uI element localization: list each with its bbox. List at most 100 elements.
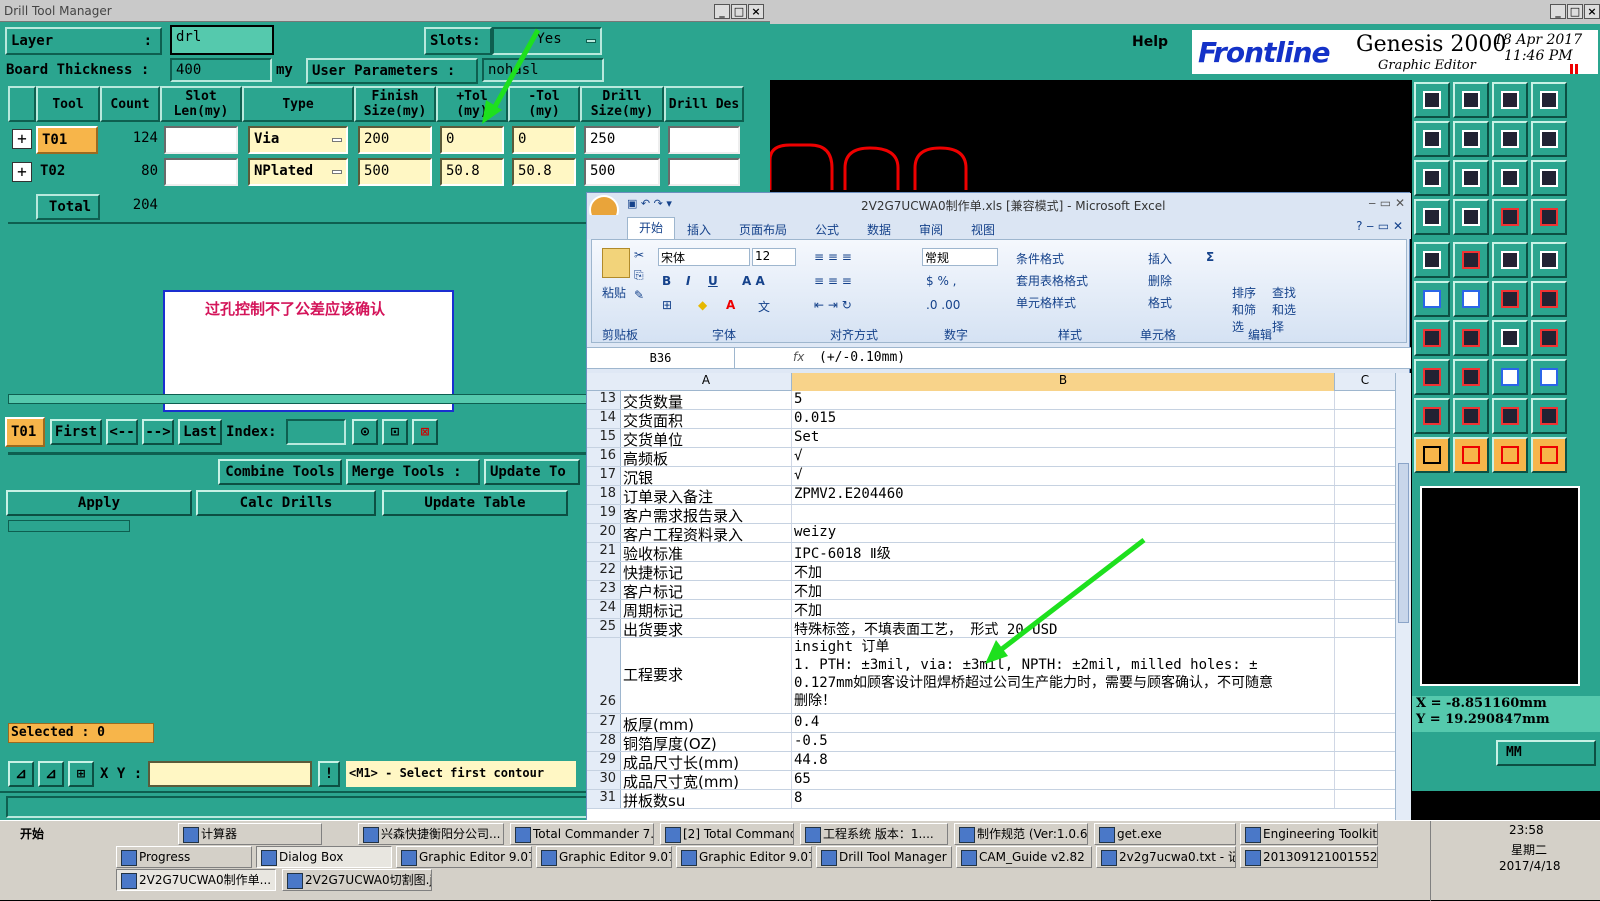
cell-a[interactable]: 客户标记 — [621, 581, 792, 599]
prev-button[interactable]: <-- — [106, 419, 138, 445]
cell-b[interactable]: 0.4 — [792, 714, 1335, 732]
table-row[interactable]: 20 客户工程资料录入 weizy — [587, 524, 1395, 543]
tool-cell[interactable]: T01 — [36, 126, 98, 154]
delete-cells-button[interactable]: 删除 — [1148, 272, 1172, 289]
tool-icon[interactable] — [1531, 199, 1567, 235]
bold-button[interactable]: B — [662, 274, 671, 288]
col-type[interactable]: Type — [242, 86, 354, 122]
table-row[interactable]: 15 交货单位 Set — [587, 429, 1395, 448]
cell-b[interactable]: 0.015 — [792, 410, 1335, 428]
cell-style-button[interactable]: 单元格样式 — [1016, 294, 1076, 311]
cut-icon[interactable]: ✂ — [634, 248, 644, 262]
tab-formulas[interactable]: 公式 — [815, 221, 839, 238]
autosum-icon[interactable]: Σ — [1206, 250, 1214, 264]
pointer-icon[interactable] — [1492, 437, 1528, 473]
tool-cell[interactable]: T02 — [40, 163, 65, 179]
tool-icon[interactable] — [1531, 398, 1567, 434]
unit-select[interactable]: MM — [1496, 740, 1596, 766]
cell-a[interactable]: 成品尺寸长(mm) — [621, 752, 792, 770]
tool-icon[interactable] — [1414, 199, 1450, 235]
type-select[interactable]: Via — [248, 126, 348, 154]
paste-icon[interactable] — [602, 248, 630, 278]
cell-b[interactable]: √ — [792, 467, 1335, 485]
finish-size-field[interactable]: 500 — [358, 158, 432, 186]
tool-icon[interactable] — [1453, 199, 1489, 235]
italic-button[interactable]: I — [686, 274, 690, 288]
slots-select[interactable]: Yes — [492, 27, 602, 55]
tool-icon[interactable] — [1531, 359, 1567, 395]
table-row[interactable]: 16 高频板 √ — [587, 448, 1395, 467]
cell-c[interactable] — [1335, 448, 1395, 466]
pointer-icon[interactable] — [1531, 437, 1567, 473]
decimal-icons[interactable]: .0 .00 — [926, 298, 960, 312]
cell-c[interactable] — [1335, 752, 1395, 770]
cell-c[interactable] — [1335, 790, 1395, 808]
drill-size-field[interactable]: 250 — [584, 126, 660, 154]
formula-content[interactable]: (+/-0.10mm) — [819, 350, 905, 365]
select-tool-button[interactable]: ⊡ — [382, 419, 408, 445]
taskbar-item[interactable]: Graphic Editor 9.07b... — [536, 846, 672, 868]
tab-page-layout[interactable]: 页面布局 — [739, 221, 787, 238]
taskbar-item[interactable]: [2] Total Commander ... — [660, 823, 794, 845]
cell-a[interactable]: 客户需求报告录入 — [621, 505, 792, 523]
col-slot-len[interactable]: Slot Len(my) — [160, 86, 242, 122]
cell-c[interactable] — [1335, 600, 1395, 618]
delete-tool-button[interactable]: ⊠ — [412, 419, 438, 445]
taskbar-item[interactable]: Graphic Editor 9.07b... — [396, 846, 532, 868]
update-to-button[interactable]: Update To — [484, 459, 580, 485]
cell-b[interactable]: 65 — [792, 771, 1335, 789]
help-icon[interactable]: ? ‒ ▭ ✕ — [1356, 219, 1403, 233]
cell-b[interactable]: 不加 — [792, 600, 1335, 618]
tool-icon[interactable] — [1492, 199, 1528, 235]
help-menu[interactable]: Help — [1132, 34, 1168, 50]
table-row[interactable]: 23 客户标记 不加 — [587, 581, 1395, 600]
first-button[interactable]: First — [50, 419, 102, 445]
update-table-button[interactable]: Update Table — [382, 490, 568, 516]
tool-icon[interactable] — [1453, 398, 1489, 434]
cell-b[interactable]: 不加 — [792, 562, 1335, 580]
tool-icon[interactable] — [1531, 320, 1567, 356]
indent-icon[interactable]: ⇤ ⇥ ↻ — [814, 298, 852, 312]
copy-icon[interactable]: ⎘ — [634, 268, 644, 283]
col-drill-des[interactable]: Drill Des — [664, 86, 744, 122]
drill-des-field[interactable] — [668, 126, 740, 154]
align-left-icon[interactable]: ≡ ≡ ≡ — [814, 274, 852, 288]
next-button[interactable]: --> — [142, 419, 174, 445]
font-color-icon[interactable]: A — [726, 298, 735, 312]
taskbar-item[interactable]: 兴森快捷衡阳分公司... — [358, 823, 504, 845]
expand-icon[interactable]: + — [12, 162, 32, 182]
last-button[interactable]: Last — [178, 419, 222, 445]
table-row[interactable]: 26 工程要求 insight 订单 1. PTH: ±3mil, via: ±3… — [587, 638, 1395, 714]
minimize-button[interactable]: _ — [714, 4, 730, 19]
cell-c[interactable] — [1335, 619, 1395, 637]
column-header-b[interactable]: B — [792, 373, 1335, 391]
cell-b[interactable]: -0.5 — [792, 733, 1335, 751]
table-row[interactable]: 27 板厚(mm) 0.4 — [587, 714, 1395, 733]
finish-size-field[interactable]: 200 — [358, 126, 432, 154]
tool-icon[interactable] — [1453, 320, 1489, 356]
tool-icon[interactable] — [1453, 281, 1489, 317]
tool-icon[interactable] — [1414, 359, 1450, 395]
tool-icon[interactable] — [1531, 121, 1567, 157]
tool-icon[interactable] — [1531, 82, 1567, 118]
cell-c[interactable] — [1335, 391, 1395, 409]
insert-cells-button[interactable]: 插入 — [1148, 250, 1172, 267]
cell-c[interactable] — [1335, 581, 1395, 599]
grow-font-button[interactable]: A A — [742, 274, 765, 288]
cell-a[interactable]: 沉银 — [621, 467, 792, 485]
scale-icon[interactable] — [1492, 160, 1528, 196]
table-row[interactable]: 14 交货面积 0.015 — [587, 410, 1395, 429]
cell-b[interactable]: 特殊标签，不填表面工艺， 形式 20 USD — [792, 619, 1335, 637]
maximize-button[interactable]: □ — [1567, 4, 1583, 19]
search-tool-button[interactable]: ⊙ — [352, 419, 378, 445]
drill-des-field[interactable] — [668, 158, 740, 186]
column-header-a[interactable]: A — [621, 373, 792, 391]
cell-c[interactable] — [1335, 410, 1395, 428]
tool-icon[interactable] — [1492, 281, 1528, 317]
minus-tol-field[interactable]: 50.8 — [512, 158, 576, 186]
scroll-thumb[interactable] — [1398, 463, 1409, 623]
cell-a[interactable]: 拼板数su — [621, 790, 792, 808]
overview-map[interactable] — [1420, 486, 1580, 686]
tool-icon[interactable] — [1492, 359, 1528, 395]
cell-b[interactable]: √ — [792, 448, 1335, 466]
